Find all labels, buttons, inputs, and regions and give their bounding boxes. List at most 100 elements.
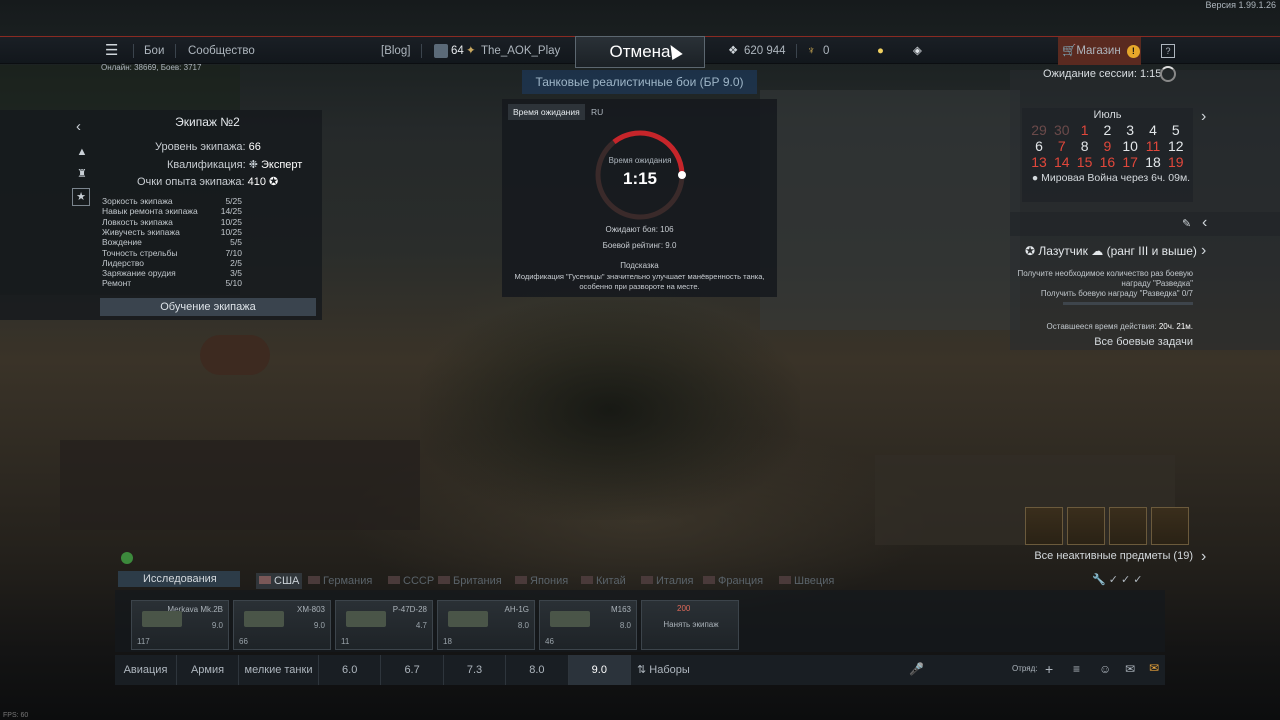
nation-tab[interactable]: Швеция: [779, 573, 834, 589]
expert-icon: ❉: [248, 159, 258, 171]
nation-label: Швеция: [794, 575, 835, 587]
hangar-view-icon[interactable]: ◈: [913, 37, 922, 65]
nation-label: США: [274, 575, 300, 587]
vehicle-card[interactable]: Merkava Mk.2B 9.0 117: [131, 600, 229, 650]
task-progress: 0/7: [1181, 289, 1193, 298]
golden-eagle-icon: ♆: [807, 45, 816, 57]
vehicle-card[interactable]: AH-1G 8.0 18: [437, 600, 535, 650]
calendar-day: 11: [1145, 138, 1161, 154]
crew-xp-label: Очки опыта экипажа:: [137, 176, 245, 188]
task-desc-line2: награду "Разведка": [1121, 279, 1193, 288]
crew-stat-row: Живучесть экипажа 10/25: [102, 227, 252, 237]
nation-tab[interactable]: Италия: [641, 573, 693, 589]
tasks-header: ✎ ‹: [1010, 212, 1280, 236]
crew-stat-name: Заряжание орудия: [102, 268, 176, 279]
friends-icon[interactable]: ☺: [1099, 662, 1111, 676]
crew-stat-value: 10/25: [220, 216, 242, 227]
task-time-label: Оставшееся время действия:: [1046, 322, 1157, 331]
event-calendar[interactable]: Июль 29 30 1 2 3 4 5 6 7 8 9 10 11 12 13 14 15 16 17 18 19 ●…: [1022, 108, 1193, 202]
crew-stat-name: Ремонт: [102, 278, 132, 289]
tab-region[interactable]: RU: [586, 104, 608, 120]
crew-stat-row: Ремонт 5/10: [102, 278, 252, 288]
research-button[interactable]: Исследования: [118, 571, 240, 587]
vehicle-count: 46: [545, 637, 554, 646]
tab-army[interactable]: Армия: [177, 655, 239, 685]
game-mode-label[interactable]: Танковые реалистичные бои (БР 9.0): [522, 70, 757, 94]
cloud-icon: ☁: [1091, 244, 1104, 258]
mail-icon[interactable]: ✉: [1149, 661, 1159, 675]
nation-tab[interactable]: США: [256, 573, 303, 589]
menu-icon[interactable]: ☰: [105, 37, 118, 65]
nation-tab[interactable]: Франция: [703, 573, 763, 589]
add-icon[interactable]: +: [1045, 661, 1053, 677]
vehicle-image: [244, 611, 284, 627]
presets-button[interactable]: ⇅ Наборы: [631, 655, 711, 685]
crew-training-button[interactable]: Обучение экипажа: [100, 298, 316, 316]
item-slot-4[interactable]: [1151, 507, 1189, 545]
world-war-timer: ● Мировая Война через 6ч. 09м.: [1026, 171, 1196, 186]
crew-level-label: Уровень экипажа:: [155, 141, 246, 153]
battles-menu[interactable]: Бои: [144, 37, 164, 65]
waiting-players: Ожидают боя: 106: [605, 225, 674, 234]
all-tasks-link[interactable]: Все боевые задачи: [1000, 336, 1193, 348]
community-menu[interactable]: Сообщество: [188, 37, 255, 65]
shop-button[interactable]: 🛒Магазин !: [1058, 37, 1141, 65]
item-slot-1[interactable]: [1025, 507, 1063, 545]
crew-points-icon: ✪: [269, 176, 279, 188]
nation-tab[interactable]: Китай: [581, 573, 626, 589]
cancel-button[interactable]: Отмена: [575, 36, 705, 68]
chevron-right-icon[interactable]: ›: [1201, 548, 1206, 566]
chat-icon[interactable]: ✉: [1125, 662, 1135, 676]
vehicle-count: 66: [239, 637, 248, 646]
vehicle-card[interactable]: M163 8.0 46: [539, 600, 637, 650]
br-tab[interactable]: 6.0: [319, 655, 382, 685]
chevron-left-icon[interactable]: ‹: [1202, 214, 1207, 232]
star-icon[interactable]: ★: [72, 188, 90, 206]
lightbulb-icon[interactable]: ●: [877, 37, 884, 65]
chevron-right-icon[interactable]: ›: [1201, 108, 1206, 126]
wrench-icon[interactable]: 🔧 ✓ ✓ ✓: [1092, 573, 1143, 586]
list-icon[interactable]: ≡: [1073, 662, 1080, 676]
squad-label: Отряд:: [1012, 664, 1038, 673]
help-icon[interactable]: ?: [1161, 44, 1175, 58]
vehicle-count: 11: [341, 637, 350, 646]
vehicle-card[interactable]: P-47D-28 4.7 11: [335, 600, 433, 650]
br-tab[interactable]: 8.0: [506, 655, 569, 685]
world-war-text: Мировая Война через 6ч. 09м.: [1041, 172, 1191, 184]
inactive-items-link[interactable]: Все неактивные предметы (19): [1000, 550, 1193, 562]
nation-tab[interactable]: Германия: [308, 573, 372, 589]
tank-icon[interactable]: ▲: [72, 142, 92, 162]
loading-spinner-icon: [1160, 66, 1176, 82]
br-tab[interactable]: 6.7: [381, 655, 444, 685]
item-slot-3[interactable]: [1109, 507, 1147, 545]
tab-wait-time[interactable]: Время ожидания: [508, 104, 585, 120]
microphone-icon[interactable]: 🎤: [909, 662, 924, 676]
presets-label: Наборы: [649, 664, 690, 676]
battle-rating: Боевой рейтинг: 9.0: [602, 241, 677, 250]
vehicle-image: [142, 611, 182, 627]
nation-tab[interactable]: Британия: [438, 573, 502, 589]
crew-member-icon[interactable]: ♜: [72, 164, 92, 184]
task-title[interactable]: ✪ Лазутчик ☁ (ранг III и выше): [1025, 244, 1197, 258]
calendar-day: 9: [1103, 138, 1112, 154]
blog-link[interactable]: [Blog]: [381, 37, 410, 65]
br-tab[interactable]: 7.3: [444, 655, 507, 685]
item-slot-2[interactable]: [1067, 507, 1105, 545]
nation-tab[interactable]: Япония: [515, 573, 568, 589]
vehicle-card[interactable]: XM-803 9.0 66: [233, 600, 331, 650]
flag-icon: [438, 576, 450, 584]
calendar-day: 30: [1054, 122, 1070, 138]
vehicle-br: 4.7: [415, 621, 427, 630]
player-level: 64: [451, 45, 464, 57]
tab-aviation[interactable]: Авиация: [115, 655, 177, 685]
player-name[interactable]: The_AOK_Play: [481, 37, 560, 65]
crew-stat-name: Живучесть экипажа: [102, 226, 180, 237]
br-tab[interactable]: 9.0: [568, 655, 631, 685]
calendar-day: 4: [1149, 122, 1157, 138]
tab-light-tanks[interactable]: мелкие танки: [239, 655, 319, 685]
nation-tab[interactable]: СССР: [388, 573, 434, 589]
chevron-right-icon[interactable]: ›: [1201, 242, 1206, 260]
hire-crew-card[interactable]: 200 Нанять экипаж: [641, 600, 739, 650]
flag-icon: [515, 576, 527, 584]
avatar[interactable]: [434, 44, 448, 58]
